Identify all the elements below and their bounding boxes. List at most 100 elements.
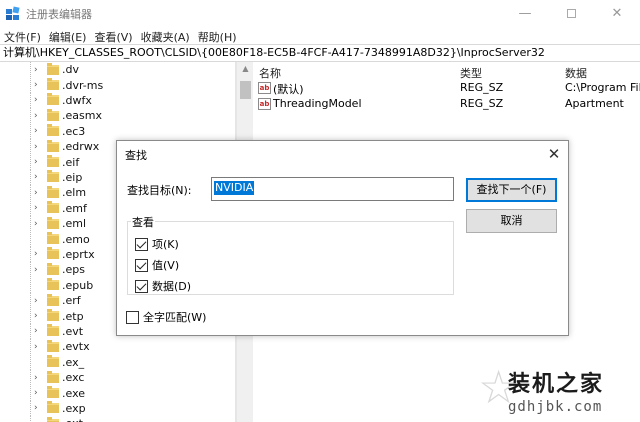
close-window-button[interactable]: ✕ [594,0,640,27]
tree-item-label: .emf [62,201,87,215]
folder-icon [47,124,59,137]
address-bar[interactable]: 计算机\HKEY_CLASSES_ROOT\CLSID\{00E80F18-EC… [0,44,640,62]
expand-arrow-icon[interactable]: › [34,188,38,198]
tree-line [30,185,31,201]
tree-line [30,354,31,370]
folder-icon [47,108,59,121]
tree-line [30,400,31,416]
expand-arrow-icon[interactable]: › [34,172,38,182]
option-keys[interactable]: 项(K) [135,236,179,252]
tree-item-label: .exe [62,386,86,400]
expand-arrow-icon[interactable]: › [34,265,38,275]
dialog-title: 查找 [125,149,147,162]
column-header-name[interactable]: 名称 [259,65,281,81]
find-what-label: 查找目标(N): [127,184,192,197]
minimize-button[interactable]: — [502,0,548,27]
option-values[interactable]: 值(V) [135,257,179,273]
string-value-icon: ab [258,82,271,94]
values-label: 值(V) [152,259,180,272]
tree-item[interactable]: › .ec3 [0,123,235,139]
tree-item[interactable]: › .easmx [0,108,235,124]
expand-arrow-icon[interactable]: › [34,373,38,383]
tree-line [30,308,31,324]
values-checkbox[interactable] [135,258,148,272]
expand-arrow-icon[interactable]: › [34,296,38,306]
cancel-button[interactable]: 取消 [466,209,557,233]
data-checkbox[interactable] [135,279,148,293]
data-label: 数据(D) [152,280,192,293]
tree-item[interactable]: .ext [0,416,235,422]
expand-arrow-icon[interactable]: › [34,388,38,398]
option-data[interactable]: 数据(D) [135,278,191,294]
folder-icon [47,232,59,245]
tree-line [30,154,31,170]
expand-arrow-icon[interactable]: › [34,80,38,90]
tree-item[interactable]: .ex_ [0,354,235,370]
tree-item-label: .evt [62,324,84,338]
expand-arrow-icon[interactable]: › [34,157,38,167]
tree-line [30,123,31,139]
tree-item[interactable]: › .dvr-ms [0,77,235,93]
tree-line [30,323,31,339]
dialog-close-button[interactable]: ✕ [542,142,566,166]
tree-item-label: .evtx [62,340,90,354]
tree-item-label: .epub [62,278,94,292]
expand-arrow-icon[interactable]: › [34,65,38,75]
tree-item-label: .exp [62,401,86,415]
expand-arrow-icon[interactable]: › [34,311,38,321]
keys-checkbox[interactable] [135,237,148,251]
expand-arrow-icon[interactable]: › [34,126,38,136]
folder-icon [47,339,59,352]
expand-arrow-icon[interactable]: › [34,403,38,413]
folder-icon [47,324,59,337]
watermark: ☆ 装机之家 gdhjbk.com [478,360,638,422]
expand-arrow-icon[interactable]: › [34,326,38,336]
scroll-thumb[interactable] [240,81,251,99]
column-header-type[interactable]: 类型 [460,65,482,81]
menu-file[interactable]: 文件(F) [0,29,45,45]
tree-item-label: .erf [62,294,81,308]
value-data: C:\Program File [565,81,640,94]
expand-arrow-icon[interactable]: › [34,111,38,121]
menu-favorites[interactable]: 收藏夹(A) [137,29,194,45]
maximize-button[interactable] [548,0,594,27]
tree-item-label: .eml [62,217,87,231]
menu-edit[interactable]: 编辑(E) [45,29,91,45]
expand-arrow-icon[interactable]: › [34,342,38,352]
folder-icon [47,293,59,306]
menu-view[interactable]: 查看(V) [90,29,136,45]
find-what-input[interactable]: NVIDIA [211,177,454,201]
tree-line [30,262,31,278]
folder-icon [47,262,59,275]
tree-item[interactable]: › .exe [0,385,235,401]
folder-icon [47,201,59,214]
tree-item[interactable]: › .dwfx [0,92,235,108]
value-row[interactable]: ab (默认) REG_SZ C:\Program File [254,81,640,97]
expand-arrow-icon[interactable]: › [34,95,38,105]
tree-line [30,108,31,124]
folder-icon [47,309,59,322]
expand-arrow-icon[interactable]: › [34,203,38,213]
match-whole-checkbox[interactable] [126,310,139,324]
menu-help[interactable]: 帮助(H) [194,29,241,45]
expand-arrow-icon[interactable]: › [34,142,38,152]
tree-line [30,200,31,216]
value-name: ThreadingModel [273,97,362,110]
tree-item-label: .ex_ [62,355,85,369]
tree-item[interactable]: › .exc [0,370,235,386]
folder-icon [47,355,59,368]
scroll-up-arrow-icon[interactable]: ▲ [237,64,254,73]
tree-item-label: .exc [62,371,85,385]
find-next-button[interactable]: 查找下一个(F) [466,178,557,202]
tree-item[interactable]: › .evtx [0,339,235,355]
folder-icon [47,62,59,75]
tree-item-label: .edrwx [62,140,100,154]
tree-item[interactable]: › .dv [0,62,235,78]
value-row[interactable]: ab ThreadingModel REG_SZ Apartment [254,97,640,113]
tree-item[interactable]: › .exp [0,400,235,416]
folder-icon [47,78,59,91]
option-match-whole[interactable]: 全字匹配(W) [126,309,206,325]
expand-arrow-icon[interactable]: › [34,249,38,259]
column-header-data[interactable]: 数据 [565,65,587,81]
expand-arrow-icon[interactable]: › [34,219,38,229]
